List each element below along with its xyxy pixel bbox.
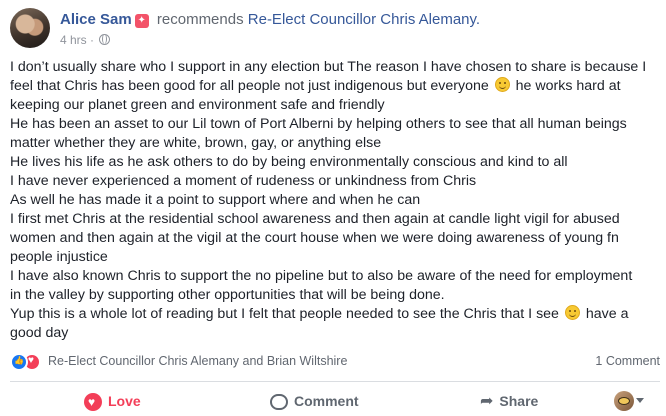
body-line-text: he works hard at xyxy=(515,78,621,94)
body-line-text: I don’t usually share who I support in a… xyxy=(10,59,647,75)
author-avatar[interactable] xyxy=(10,8,50,48)
heart-icon xyxy=(84,393,102,412)
smiley-emoji-icon xyxy=(494,77,510,92)
share-label: Share xyxy=(499,393,539,409)
body-line-text: He has been an asset to our Lil town of … xyxy=(10,116,627,132)
chevron-down-icon xyxy=(636,398,644,403)
body-line-text: I first met Chris at the residential sch… xyxy=(10,211,620,227)
post-timestamp[interactable]: 4 hrs xyxy=(60,33,87,47)
body-line: I first met Chris at the residential sch… xyxy=(10,210,660,229)
post-headline: Alice Sam ✦ recommends Re-Elect Councillo… xyxy=(60,10,480,30)
viewer-profile-selector[interactable] xyxy=(614,391,644,411)
body-line-text: keeping our planet green and environment… xyxy=(10,97,385,113)
body-line: people injustice xyxy=(10,248,660,267)
post-meta: 4 hrs · xyxy=(60,32,111,48)
body-line: Yup this is a whole lot of reading but I… xyxy=(10,305,660,324)
love-button[interactable]: Love xyxy=(84,388,141,414)
body-line-text: good day xyxy=(10,325,69,341)
comment-count-link[interactable]: 1 Comment xyxy=(595,354,660,368)
body-line-text: Yup this is a whole lot of reading but I… xyxy=(10,306,559,322)
share-arrow-icon: ➦ xyxy=(480,393,494,411)
love-label: Love xyxy=(108,393,141,409)
body-line-text: women and then again at the vigil at the… xyxy=(10,230,619,246)
globe-icon[interactable] xyxy=(99,34,111,45)
viewer-avatar xyxy=(614,391,634,411)
body-line-text: matter whether they are white, brown, ga… xyxy=(10,135,382,151)
meta-separator: · xyxy=(90,33,95,47)
body-line-text: people injustice xyxy=(10,249,108,265)
share-button[interactable]: ➦ Share xyxy=(480,388,538,414)
body-line: As well he has made it a point to suppor… xyxy=(10,191,660,210)
body-line-text: I have also known Chris to support the n… xyxy=(10,268,633,284)
post-body: I don’t usually share who I support in a… xyxy=(10,58,660,343)
reaction-icons[interactable] xyxy=(10,353,44,371)
body-line-text: in the valley by supporting other opport… xyxy=(10,287,445,303)
action-bar: Love Comment ➦ Share xyxy=(10,386,660,416)
comment-label: Comment xyxy=(294,393,359,409)
like-reaction-icon xyxy=(10,353,28,371)
body-line: women and then again at the vigil at the… xyxy=(10,229,660,248)
body-line: feel that Chris has been good for all pe… xyxy=(10,77,660,96)
reactions-bar: Re-Elect Councillor Chris Alemany and Br… xyxy=(10,352,660,372)
body-line: He has been an asset to our Lil town of … xyxy=(10,115,660,134)
recommendation-badge-icon: ✦ xyxy=(134,14,149,28)
recommended-page-link[interactable]: Re-Elect Councillor Chris Alemany. xyxy=(248,11,480,28)
body-line: good day xyxy=(10,324,660,343)
body-line: I have also known Chris to support the n… xyxy=(10,267,660,286)
body-line: matter whether they are white, brown, ga… xyxy=(10,134,660,153)
body-line: I have never experienced a moment of rud… xyxy=(10,172,660,191)
post-header: Alice Sam ✦ recommends Re-Elect Councillo… xyxy=(10,6,660,48)
recommends-verb: recommends xyxy=(156,11,244,28)
comment-bubble-icon xyxy=(270,394,288,411)
body-line-text: I have never experienced a moment of rud… xyxy=(10,173,477,189)
divider xyxy=(10,381,660,382)
comment-button[interactable]: Comment xyxy=(270,388,359,414)
body-line: in the valley by supporting other opport… xyxy=(10,286,660,305)
smiley-emoji-icon xyxy=(564,305,580,320)
body-line: He lives his life as he ask others to do… xyxy=(10,153,660,172)
author-name[interactable]: Alice Sam xyxy=(60,11,132,28)
body-line-text: As well he has made it a point to suppor… xyxy=(10,192,421,208)
body-line-text: have a xyxy=(585,306,629,322)
facebook-post: Alice Sam ✦ recommends Re-Elect Councillo… xyxy=(0,0,666,416)
body-line-text: feel that Chris has been good for all pe… xyxy=(10,78,489,94)
reactors-names[interactable]: Re-Elect Councillor Chris Alemany and Br… xyxy=(48,354,347,368)
body-line: I don’t usually share who I support in a… xyxy=(10,58,660,77)
body-line: keeping our planet green and environment… xyxy=(10,96,660,115)
body-line-text: He lives his life as he ask others to do… xyxy=(10,154,568,170)
